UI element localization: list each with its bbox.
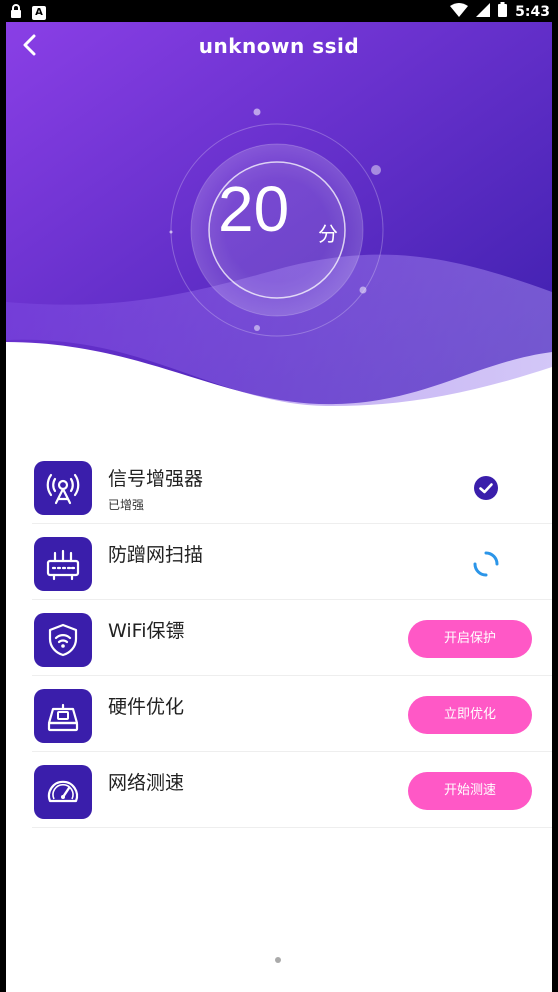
feature-list: 信号增强器 已增强 防蹭网扫描 WiFi保镖 开启保护 硬件优化 立即优化 网络… xyxy=(32,448,552,828)
item-title: WiFi保镖 xyxy=(108,620,185,642)
check-icon xyxy=(474,476,498,500)
battery-icon xyxy=(498,2,508,21)
item-title: 信号增强器 xyxy=(108,468,204,490)
item-title: 硬件优化 xyxy=(108,696,185,718)
lock-icon xyxy=(10,3,22,22)
optimize-now-button[interactable]: 立即优化 xyxy=(408,696,532,734)
start-speed-test-button[interactable]: 开始测速 xyxy=(408,772,532,810)
page-title: unknown ssid xyxy=(198,34,360,58)
app-screen: unknown ssid 20 分 信号增强器 已增强 防蹭网扫描 WiFi保镖… xyxy=(6,22,552,992)
page-indicator xyxy=(275,957,281,963)
wifi-icon xyxy=(450,2,469,21)
signal-icon xyxy=(476,2,491,21)
speedometer-icon xyxy=(34,765,92,819)
status-bar: A 5:43 xyxy=(0,0,558,22)
hero-header: unknown ssid 20 分 xyxy=(6,22,552,442)
hardware-icon xyxy=(34,689,92,743)
item-title: 网络测速 xyxy=(108,772,185,794)
wifi-shield-icon xyxy=(34,613,92,667)
status-right: 5:43 xyxy=(450,2,550,21)
list-item-hardware-optimize[interactable]: 硬件优化 立即优化 xyxy=(32,676,552,752)
list-item-anti-leech-scan[interactable]: 防蹭网扫描 xyxy=(32,524,552,600)
score-value: 20 xyxy=(218,173,290,245)
enable-protection-button[interactable]: 开启保护 xyxy=(408,620,532,658)
list-item-wifi-guard[interactable]: WiFi保镖 开启保护 xyxy=(32,600,552,676)
notification-icon: A xyxy=(32,5,46,20)
antenna-icon xyxy=(34,461,92,515)
status-left: A xyxy=(10,3,46,22)
list-item-speed-test[interactable]: 网络测速 开始测速 xyxy=(32,752,552,828)
clock: 5:43 xyxy=(515,3,550,20)
router-icon xyxy=(34,537,92,591)
item-title: 防蹭网扫描 xyxy=(108,544,204,566)
list-item-signal-booster[interactable]: 信号增强器 已增强 xyxy=(32,448,552,524)
score-unit: 分 xyxy=(318,222,338,246)
loading-spinner-icon xyxy=(473,551,499,577)
item-subtitle: 已增强 xyxy=(108,498,145,512)
